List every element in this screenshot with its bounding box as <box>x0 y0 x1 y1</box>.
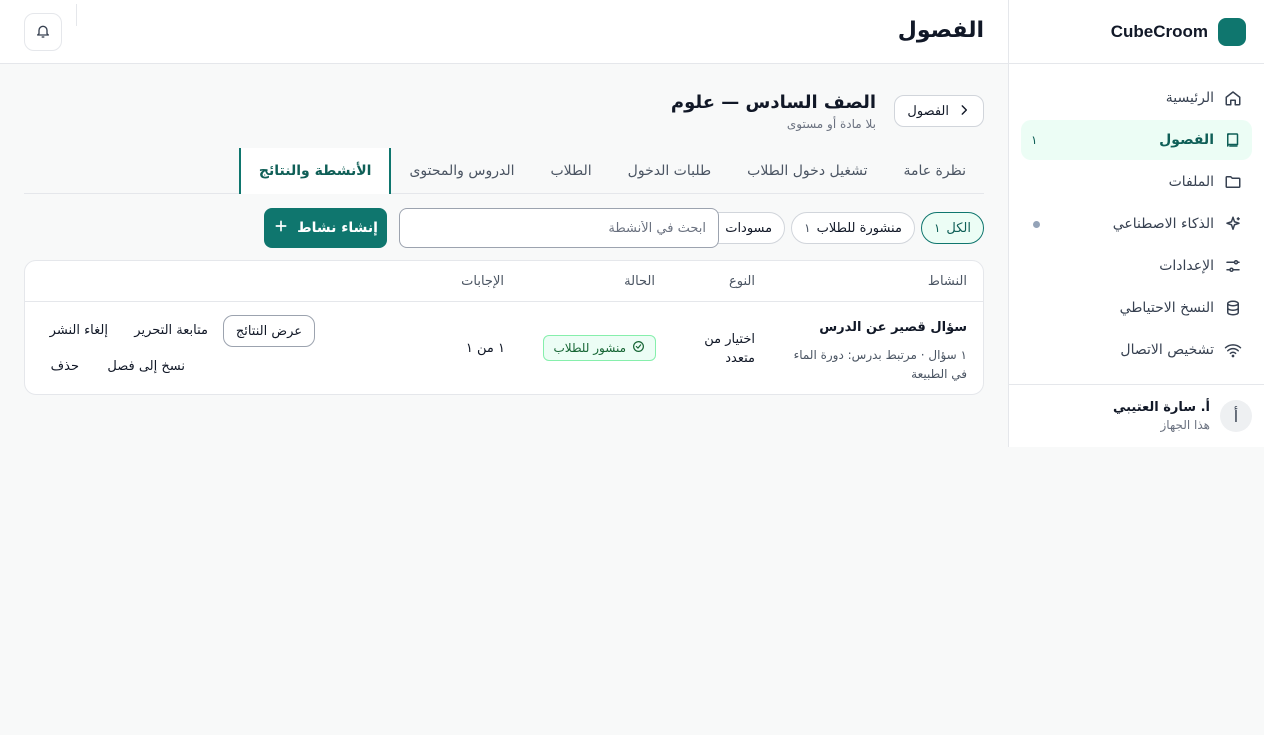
avatar: أ <box>1220 400 1252 432</box>
filter-label: الكل <box>946 220 971 236</box>
class-subtitle: بلا مادة أو مستوى <box>786 117 876 131</box>
activities-search-input[interactable] <box>399 208 719 248</box>
activity-meta: ١ سؤال · مرتبط بدرس: دورة الماء في الطبي… <box>793 348 967 381</box>
sidebar-item-backup[interactable]: النسخ الاحتياطي <box>1021 288 1252 328</box>
filter-label: مسودات <box>725 220 773 236</box>
wifi-icon <box>1224 341 1242 359</box>
check-circle-icon <box>632 340 645 356</box>
tab-students[interactable]: الطلاب <box>532 148 609 193</box>
sidebar-item-label: الذكاء الاصطناعي <box>1112 216 1214 232</box>
sidebar-item-label: الفصول <box>1159 132 1214 148</box>
activities-table: النشاط النوع الحالة الإجابات سؤال قصير ع… <box>24 260 984 395</box>
activity-title[interactable]: سؤال قصير عن الدرس <box>819 320 967 335</box>
brand-name: CubeCroom <box>1110 21 1208 41</box>
main-content: الفصول الصف السادس — علوم بلا مادة أو مس… <box>0 64 1008 735</box>
activity-filters: الكل ١ منشورة للطلاب ١ مسودات ٠ <box>699 212 984 244</box>
home-icon <box>1224 89 1242 107</box>
sidebar-item-classes[interactable]: الفصول ١ <box>1021 120 1252 160</box>
delete-link[interactable]: حذف <box>51 359 79 374</box>
answers-count: ١ من ١ <box>465 341 505 356</box>
sidebar-item-label: الرئيسية <box>1165 90 1214 106</box>
tab-lessons[interactable]: الدروس والمحتوى <box>391 148 532 193</box>
continue-editing-link[interactable]: متابعة التحرير <box>134 323 208 338</box>
column-header-type: النوع <box>729 274 755 289</box>
user-profile[interactable]: أ أ. سارة العتيبي هذا الجهاز <box>1009 384 1264 447</box>
sidebar-item-label: النسخ الاحتياطي <box>1119 300 1214 316</box>
column-header-status: الحالة <box>624 274 655 289</box>
filter-label: منشورة للطلاب <box>816 220 902 236</box>
sidebar-item-label: تشخيص الاتصال <box>1120 342 1214 358</box>
sidebar-item-label: الإعدادات <box>1159 258 1214 274</box>
tab-student-login[interactable]: تشغيل دخول الطلاب <box>729 148 885 193</box>
tab-join-requests[interactable]: طلبات الدخول <box>610 148 729 193</box>
table-header: النشاط النوع الحالة الإجابات <box>25 261 983 302</box>
sidebar-item-files[interactable]: الملفات <box>1021 162 1252 202</box>
status-label: منشور للطلاب <box>553 341 627 355</box>
activity-type: اختيار من متعدد <box>704 332 755 366</box>
plus-icon <box>273 218 289 238</box>
bell-icon <box>35 23 51 42</box>
user-device: هذا الجهاز <box>1160 418 1211 432</box>
chevron-right-icon <box>957 103 971 120</box>
brand[interactable]: CubeCroom <box>1009 0 1264 64</box>
sparkle-icon <box>1224 215 1242 233</box>
unpublish-link[interactable]: إلغاء النشر <box>50 323 108 338</box>
sidebar-item-label: الملفات <box>1168 174 1214 190</box>
tab-overview[interactable]: نظرة عامة <box>885 148 984 193</box>
divider <box>76 4 77 26</box>
column-header-answers: الإجابات <box>461 274 504 289</box>
sidebar-item-ai[interactable]: الذكاء الاصطناعي <box>1021 204 1252 244</box>
sidebar-item-count-badge: ١ <box>1031 133 1038 147</box>
sidebar: CubeCroom الرئيسية الفصول ١ الملفات الذك… <box>1008 0 1264 447</box>
class-tabs: نظرة عامة تشغيل دخول الطلاب طلبات الدخول… <box>24 148 984 194</box>
sidebar-item-settings[interactable]: الإعدادات <box>1021 246 1252 286</box>
sidebar-nav: الرئيسية الفصول ١ الملفات الذكاء الاصطنا… <box>1009 64 1264 370</box>
tab-activities[interactable]: الأنشطة والنتائج <box>238 148 392 194</box>
status-dot-icon <box>1033 220 1040 228</box>
filter-published-chip[interactable]: منشورة للطلاب ١ <box>791 212 915 244</box>
filter-count: ١ <box>933 221 941 235</box>
class-title: الصف السادس — علوم <box>670 92 876 113</box>
brand-logo-icon <box>1218 17 1246 46</box>
create-activity-button[interactable]: إنشاء نشاط <box>264 208 387 248</box>
book-icon <box>1224 131 1242 149</box>
column-header-activity: النشاط <box>927 274 967 289</box>
sidebar-item-diagnostics[interactable]: تشخيص الاتصال <box>1021 330 1252 370</box>
notifications-button[interactable] <box>24 13 62 51</box>
copy-to-class-link[interactable]: نسخ إلى فصل <box>107 359 185 374</box>
back-button-label: الفصول <box>907 103 949 118</box>
user-name: أ. سارة العتيبي <box>1112 400 1210 415</box>
sliders-icon <box>1224 257 1242 275</box>
user-info: أ. سارة العتيبي هذا الجهاز <box>1113 400 1210 432</box>
table-row: سؤال قصير عن الدرس ١ سؤال · مرتبط بدرس: … <box>25 302 983 395</box>
sidebar-item-home[interactable]: الرئيسية <box>1021 78 1252 118</box>
create-activity-label: إنشاء نشاط <box>297 220 378 236</box>
page-title: الفصول <box>897 18 984 43</box>
view-results-button[interactable]: عرض النتائج <box>222 315 315 347</box>
folder-icon <box>1224 173 1242 191</box>
back-to-classes-button[interactable]: الفصول <box>894 95 984 127</box>
database-icon <box>1224 299 1242 317</box>
top-bar: الفصول <box>0 0 1008 64</box>
status-badge: منشور للطلاب <box>542 335 656 361</box>
filter-all-chip[interactable]: الكل ١ <box>920 212 984 244</box>
filter-count: ١ <box>804 221 811 235</box>
